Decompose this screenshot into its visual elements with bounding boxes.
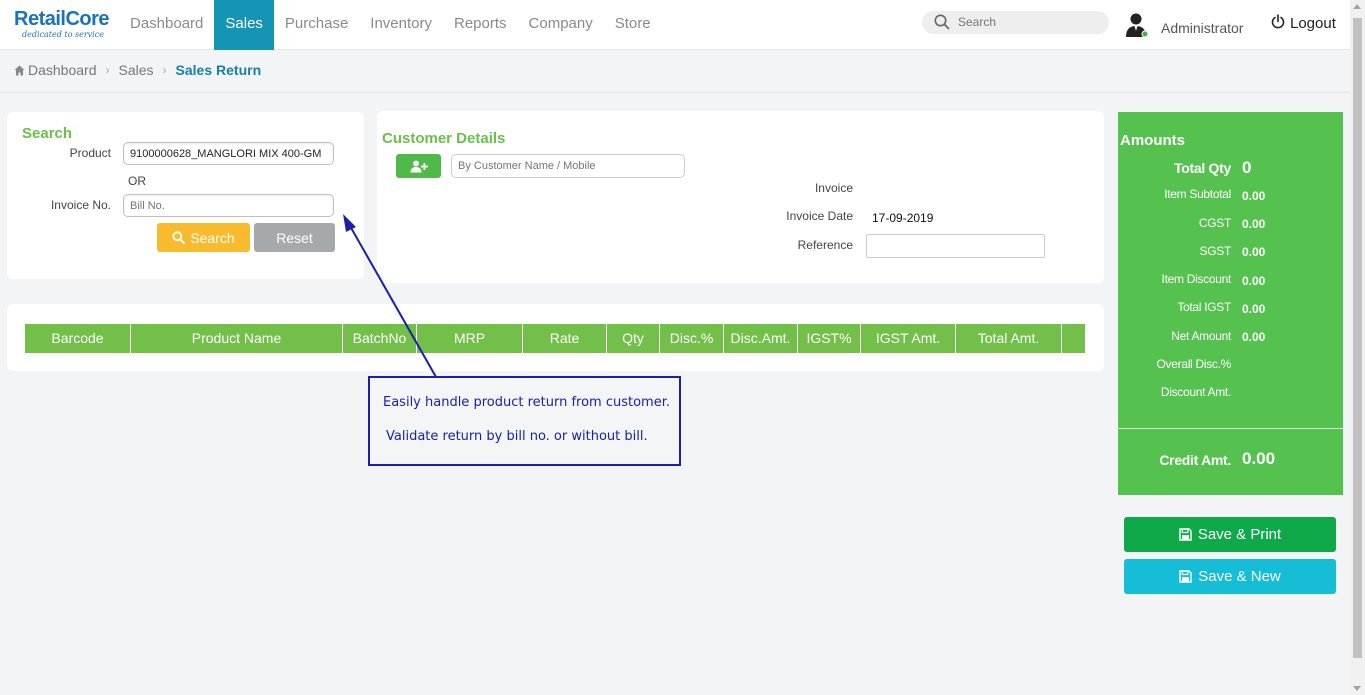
amount-label: Item Subtotal — [1164, 187, 1231, 201]
amount-label: Discount Amt. — [1160, 385, 1231, 399]
amount-row: Item Subtotal 0.00 — [1118, 187, 1343, 207]
credit-amount-row: Credit Amt. 0.00 — [1118, 449, 1343, 469]
amount-label: Item Discount — [1161, 272, 1232, 286]
amounts-panel: Amounts Total Qty 0 Item Subtotal 0.00 C… — [1118, 112, 1343, 495]
amounts-title: Amounts — [1120, 132, 1185, 149]
amount-value: 0.00 — [1242, 189, 1266, 203]
amounts-divider — [1118, 428, 1343, 429]
amount-row: Overall Disc.% — [1118, 357, 1343, 377]
amount-row: Total IGST 0.00 — [1118, 300, 1343, 320]
save-new-button[interactable]: Save & New — [1124, 559, 1336, 594]
amount-value: 0.00 — [1242, 245, 1266, 259]
credit-amount-label: Credit Amt. — [1159, 452, 1231, 468]
credit-amount-value: 0.00 — [1242, 449, 1276, 468]
amount-label: Total IGST — [1177, 300, 1231, 314]
amount-value: 0.00 — [1242, 330, 1266, 344]
save-print-button[interactable]: Save & Print — [1124, 517, 1336, 552]
annotation-line-1: Easily handle product return from custom… — [383, 395, 670, 410]
total-qty-label: Total Qty — [1174, 160, 1231, 176]
amount-row: CGST 0.00 — [1118, 216, 1343, 236]
save-print-label: Save & Print — [1197, 526, 1282, 543]
floppy-disk-icon — [1179, 570, 1192, 583]
amount-row: Discount Amt. — [1118, 385, 1343, 405]
floppy-disk-icon — [1179, 528, 1192, 541]
annotation-line-2: Validate return by bill no. or without b… — [386, 429, 648, 444]
save-new-label: Save & New — [1198, 568, 1281, 585]
amount-label: CGST — [1198, 216, 1231, 230]
amount-value: 0.00 — [1242, 302, 1266, 316]
amount-value: 0.00 — [1242, 217, 1266, 231]
amount-label: Overall Disc.% — [1156, 357, 1232, 371]
amount-row: Item Discount 0.00 — [1118, 272, 1343, 292]
amount-label: SGST — [1199, 244, 1232, 258]
amount-row: SGST 0.00 — [1118, 244, 1343, 264]
amount-value: 0.00 — [1242, 274, 1266, 288]
total-qty-value: 0 — [1242, 158, 1252, 177]
annotation-callout: Easily handle product return from custom… — [368, 376, 681, 466]
amount-label: Net Amount — [1171, 329, 1231, 343]
total-qty-row: Total Qty 0 — [1118, 158, 1343, 178]
amount-row: Net Amount 0.00 — [1118, 329, 1343, 349]
